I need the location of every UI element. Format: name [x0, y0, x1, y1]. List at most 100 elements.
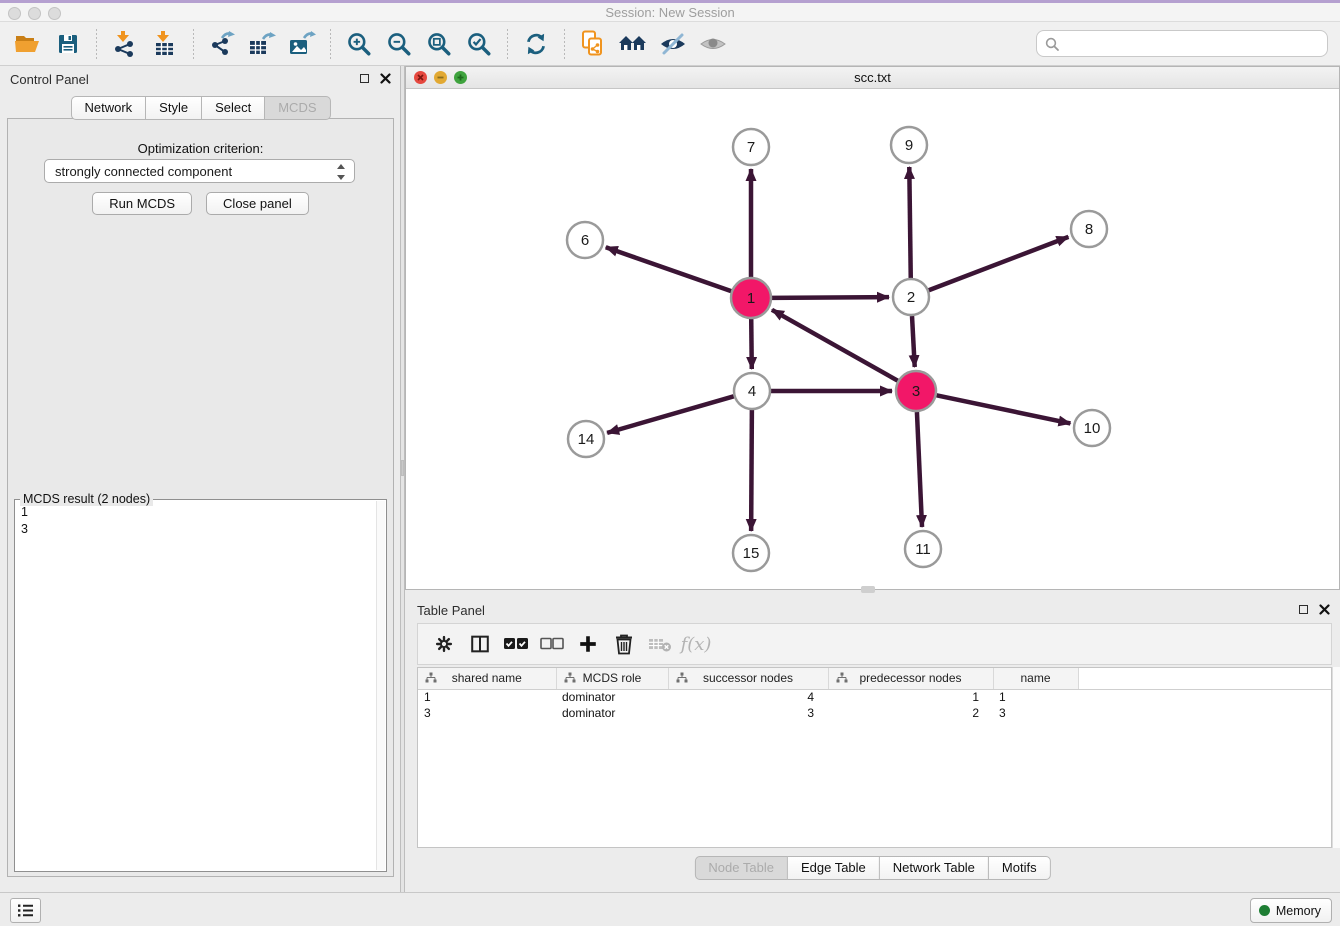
- table-panel: Table Panel: [405, 597, 1340, 888]
- graph-node-6[interactable]: 6: [567, 222, 603, 258]
- table-cell[interactable]: 1: [993, 689, 1078, 705]
- table-scrollbar[interactable]: [1332, 667, 1340, 848]
- table-cell[interactable]: 1: [828, 689, 993, 705]
- show-panels-button[interactable]: [10, 898, 41, 923]
- graph-edge-4-14[interactable]: [607, 396, 734, 433]
- mcds-result-box[interactable]: MCDS result (2 nodes) 13: [14, 499, 387, 872]
- close-icon: [1319, 604, 1330, 615]
- graph-edge-3-11[interactable]: [917, 412, 922, 527]
- delete-row-button[interactable]: [608, 628, 640, 660]
- tab-network[interactable]: Network: [70, 96, 146, 120]
- horizontal-splitter-grip[interactable]: [861, 586, 875, 593]
- import-network-button[interactable]: [108, 27, 142, 61]
- clone-network-button[interactable]: [576, 27, 610, 61]
- export-network-button[interactable]: [205, 27, 239, 61]
- add-row-button[interactable]: [572, 628, 604, 660]
- splitter-grip[interactable]: [401, 460, 404, 476]
- graph-edge-3-1[interactable]: [772, 310, 898, 381]
- hide-selected-button[interactable]: [656, 27, 690, 61]
- graph-node-15[interactable]: 15: [733, 535, 769, 571]
- graph-node-2[interactable]: 2: [893, 279, 929, 315]
- memory-button[interactable]: Memory: [1250, 898, 1332, 923]
- tab-select[interactable]: Select: [202, 96, 265, 120]
- network-graph[interactable]: 7 9 6 8 1 2 4 3 14 10 15 11: [406, 89, 1340, 589]
- graph-edge-1-2[interactable]: [772, 297, 889, 298]
- function-builder-button[interactable]: f(x): [680, 628, 712, 660]
- tab-node-table[interactable]: Node Table: [694, 856, 788, 880]
- table-cell[interactable]: 4: [668, 689, 828, 705]
- table-cell[interactable]: 2: [828, 705, 993, 721]
- zoom-fit-button[interactable]: [422, 27, 456, 61]
- table-cell[interactable]: 3: [418, 705, 556, 721]
- table-cell[interactable]: 3: [993, 705, 1078, 721]
- graph-node-9[interactable]: 9: [891, 127, 927, 163]
- export-image-button[interactable]: [285, 27, 319, 61]
- mcds-result-scrollbar[interactable]: [376, 501, 385, 870]
- run-mcds-button[interactable]: Run MCDS: [92, 192, 192, 215]
- table-cell[interactable]: dominator: [556, 689, 668, 705]
- column-header-mcds-role[interactable]: MCDS role: [556, 668, 668, 689]
- export-table-button[interactable]: [245, 27, 279, 61]
- graph-node-4[interactable]: 4: [734, 373, 770, 409]
- optimization-criterion-select[interactable]: strongly connected component: [44, 159, 355, 183]
- graph-node-1[interactable]: 1: [731, 278, 771, 318]
- import-table-button[interactable]: [148, 27, 182, 61]
- export-image-icon: [288, 31, 316, 57]
- table-panel-header: Table Panel: [405, 597, 1340, 623]
- graph-node-14[interactable]: 14: [568, 421, 604, 457]
- table-row[interactable]: 1dominator411: [418, 689, 1331, 705]
- tab-mcds[interactable]: MCDS: [265, 96, 330, 120]
- graph-edge-3-10[interactable]: [937, 395, 1071, 423]
- tab-network-table[interactable]: Network Table: [880, 856, 989, 880]
- show-columns-button[interactable]: [464, 628, 496, 660]
- column-header-successor-nodes[interactable]: successor nodes: [668, 668, 828, 689]
- show-all-button[interactable]: [696, 27, 730, 61]
- network-window-title: scc.txt: [406, 70, 1339, 85]
- graph-edge-1-6[interactable]: [606, 247, 731, 291]
- trash-icon: [614, 633, 634, 655]
- table-settings-button[interactable]: [428, 628, 460, 660]
- zoom-out-button[interactable]: [382, 27, 416, 61]
- save-session-button[interactable]: [51, 27, 85, 61]
- table-panel-float-button[interactable]: [1296, 602, 1311, 617]
- graph-edge-2-8[interactable]: [929, 237, 1069, 290]
- table-row[interactable]: 3dominator323: [418, 705, 1331, 721]
- column-header-predecessor-nodes[interactable]: predecessor nodes: [828, 668, 993, 689]
- graph-node-10[interactable]: 10: [1074, 410, 1110, 446]
- table-cell[interactable]: 3: [668, 705, 828, 721]
- delete-table-button[interactable]: [644, 628, 676, 660]
- memory-status-icon: [1259, 905, 1270, 916]
- open-session-button[interactable]: [11, 27, 45, 61]
- graph-edge-1-4[interactable]: [751, 319, 752, 369]
- zoom-selected-button[interactable]: [462, 27, 496, 61]
- graph-node-3[interactable]: 3: [896, 371, 936, 411]
- search-input[interactable]: [1060, 34, 1327, 54]
- control-panel-float-button[interactable]: [357, 71, 372, 86]
- select-all-button[interactable]: [500, 628, 532, 660]
- graph-node-8[interactable]: 8: [1071, 211, 1107, 247]
- table-cell[interactable]: dominator: [556, 705, 668, 721]
- refresh-icon: [523, 31, 549, 57]
- close-panel-button[interactable]: Close panel: [206, 192, 309, 215]
- graph-node-7[interactable]: 7: [733, 129, 769, 165]
- table-panel-close-button[interactable]: [1317, 602, 1332, 617]
- refresh-view-button[interactable]: [519, 27, 553, 61]
- column-header-name[interactable]: name: [993, 668, 1078, 689]
- table-cell[interactable]: 1: [418, 689, 556, 705]
- tab-style[interactable]: Style: [146, 96, 202, 120]
- network-canvas[interactable]: 7 9 6 8 1 2 4 3 14 10 15 11: [406, 89, 1339, 589]
- column-header-shared-name[interactable]: shared name: [418, 668, 556, 689]
- graph-node-11[interactable]: 11: [905, 531, 941, 567]
- control-panel-close-button[interactable]: [378, 71, 393, 86]
- select-stepper-icon: [335, 163, 347, 181]
- toolbar-separator: [507, 29, 508, 59]
- search-field[interactable]: [1036, 30, 1328, 57]
- tab-motifs[interactable]: Motifs: [989, 856, 1051, 880]
- home-layout-button[interactable]: [616, 27, 650, 61]
- graph-edge-4-15[interactable]: [751, 410, 752, 531]
- tab-edge-table[interactable]: Edge Table: [788, 856, 880, 880]
- zoom-in-button[interactable]: [342, 27, 376, 61]
- graph-edge-2-3[interactable]: [912, 316, 915, 367]
- deselect-all-button[interactable]: [536, 628, 568, 660]
- graph-edge-2-9[interactable]: [909, 167, 910, 278]
